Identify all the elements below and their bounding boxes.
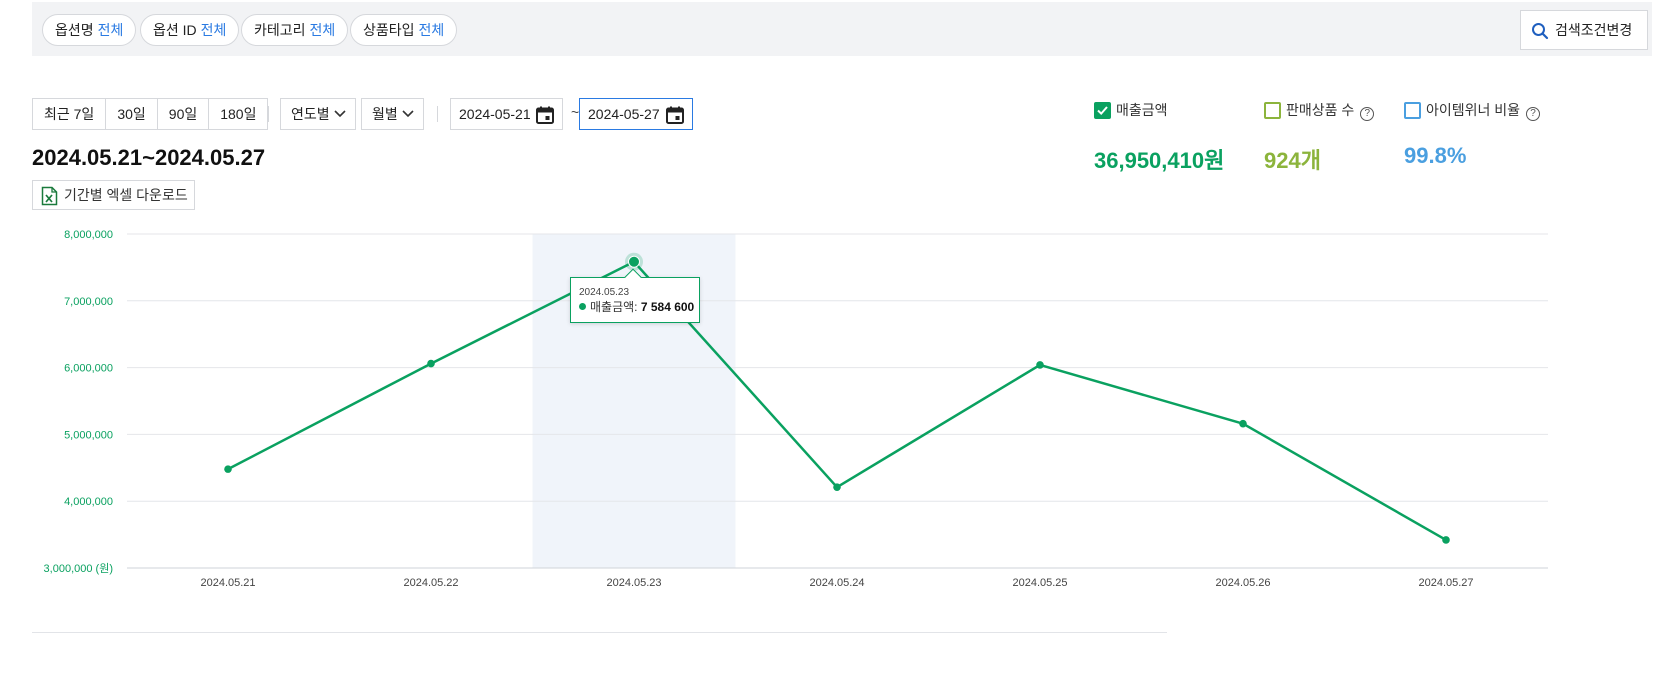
x-tick-label: 2024.05.22: [403, 577, 458, 589]
x-tick-label: 2024.05.25: [1012, 577, 1067, 589]
data-point: [833, 483, 841, 491]
x-tick-label: 2024.05.23: [606, 577, 661, 589]
sales-line-chart: 8,000,000 7,000,000 6,000,000 5,000,000 4,00…: [44, 229, 1548, 589]
data-point: [1442, 536, 1450, 544]
data-point-active: [628, 255, 640, 268]
y-tick-label: 7,000,000: [64, 296, 113, 308]
data-point: [1239, 419, 1247, 428]
tooltip-series-label: 매출금액:: [590, 300, 638, 314]
data-point: [224, 465, 232, 473]
tooltip-row: 매출금액: 7 584 600: [579, 300, 699, 315]
y-tick-label: 3,000,000 (원): [44, 562, 113, 575]
x-tick-label: 2024.05.26: [1215, 577, 1270, 589]
x-tick-label: 2024.05.27: [1418, 577, 1473, 589]
legend-dot: [579, 303, 586, 310]
x-tick-label: 2024.05.24: [809, 577, 864, 589]
y-tick-label: 6,000,000: [64, 363, 113, 375]
tooltip-date: 2024.05.23: [579, 287, 630, 298]
data-point: [427, 359, 435, 368]
x-tick-label: 2024.05.21: [200, 577, 255, 589]
series-line: [227, 260, 1447, 542]
y-tick-label: 8,000,000: [64, 229, 113, 241]
chart-tooltip: 2024.05.23 매출금액: 7 584 600: [570, 268, 700, 323]
data-point: [1036, 361, 1044, 369]
y-tick-label: 5,000,000: [64, 429, 113, 441]
bottom-divider: [32, 632, 1167, 633]
y-tick-label: 4,000,000: [64, 496, 113, 508]
tooltip-value: 7 584 600: [640, 300, 695, 314]
